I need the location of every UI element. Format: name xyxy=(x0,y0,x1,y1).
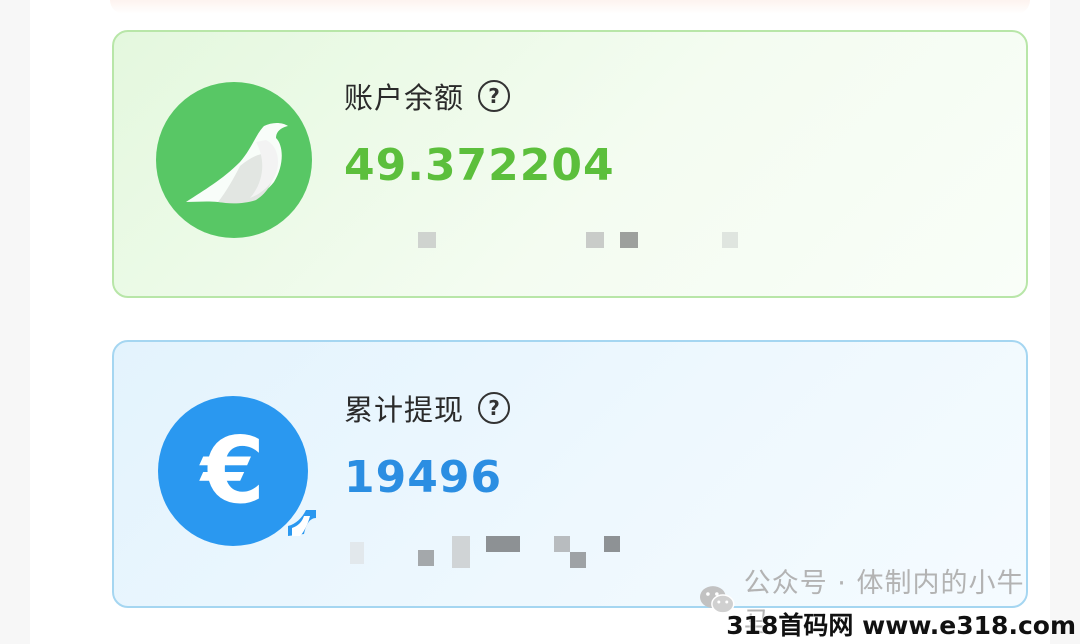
balance-amount: 49.372204 xyxy=(344,140,615,191)
account-balance-card[interactable]: 账户余额 ? 49.372204 xyxy=(112,30,1028,298)
balance-label-row: 账户余额 ? xyxy=(344,76,511,116)
site-watermark: 318首码网 www.e318.com xyxy=(726,611,1076,640)
bird-icon xyxy=(156,82,312,238)
withdraw-label: 累计提现 xyxy=(344,393,465,427)
euro-icon-tail xyxy=(288,510,316,536)
balance-help-icon[interactable]: ? xyxy=(478,80,511,112)
previous-card-edge xyxy=(110,0,1030,14)
app-page: 账户余额 ? 49.372204 € 累计提现 ? 19496 公众号 · 体制… xyxy=(30,0,1050,644)
withdraw-amount: 19496 xyxy=(344,452,503,503)
balance-label: 账户余额 xyxy=(344,81,465,115)
withdraw-help-icon[interactable]: ? xyxy=(478,392,511,424)
withdraw-label-row: 累计提现 ? xyxy=(344,388,511,428)
